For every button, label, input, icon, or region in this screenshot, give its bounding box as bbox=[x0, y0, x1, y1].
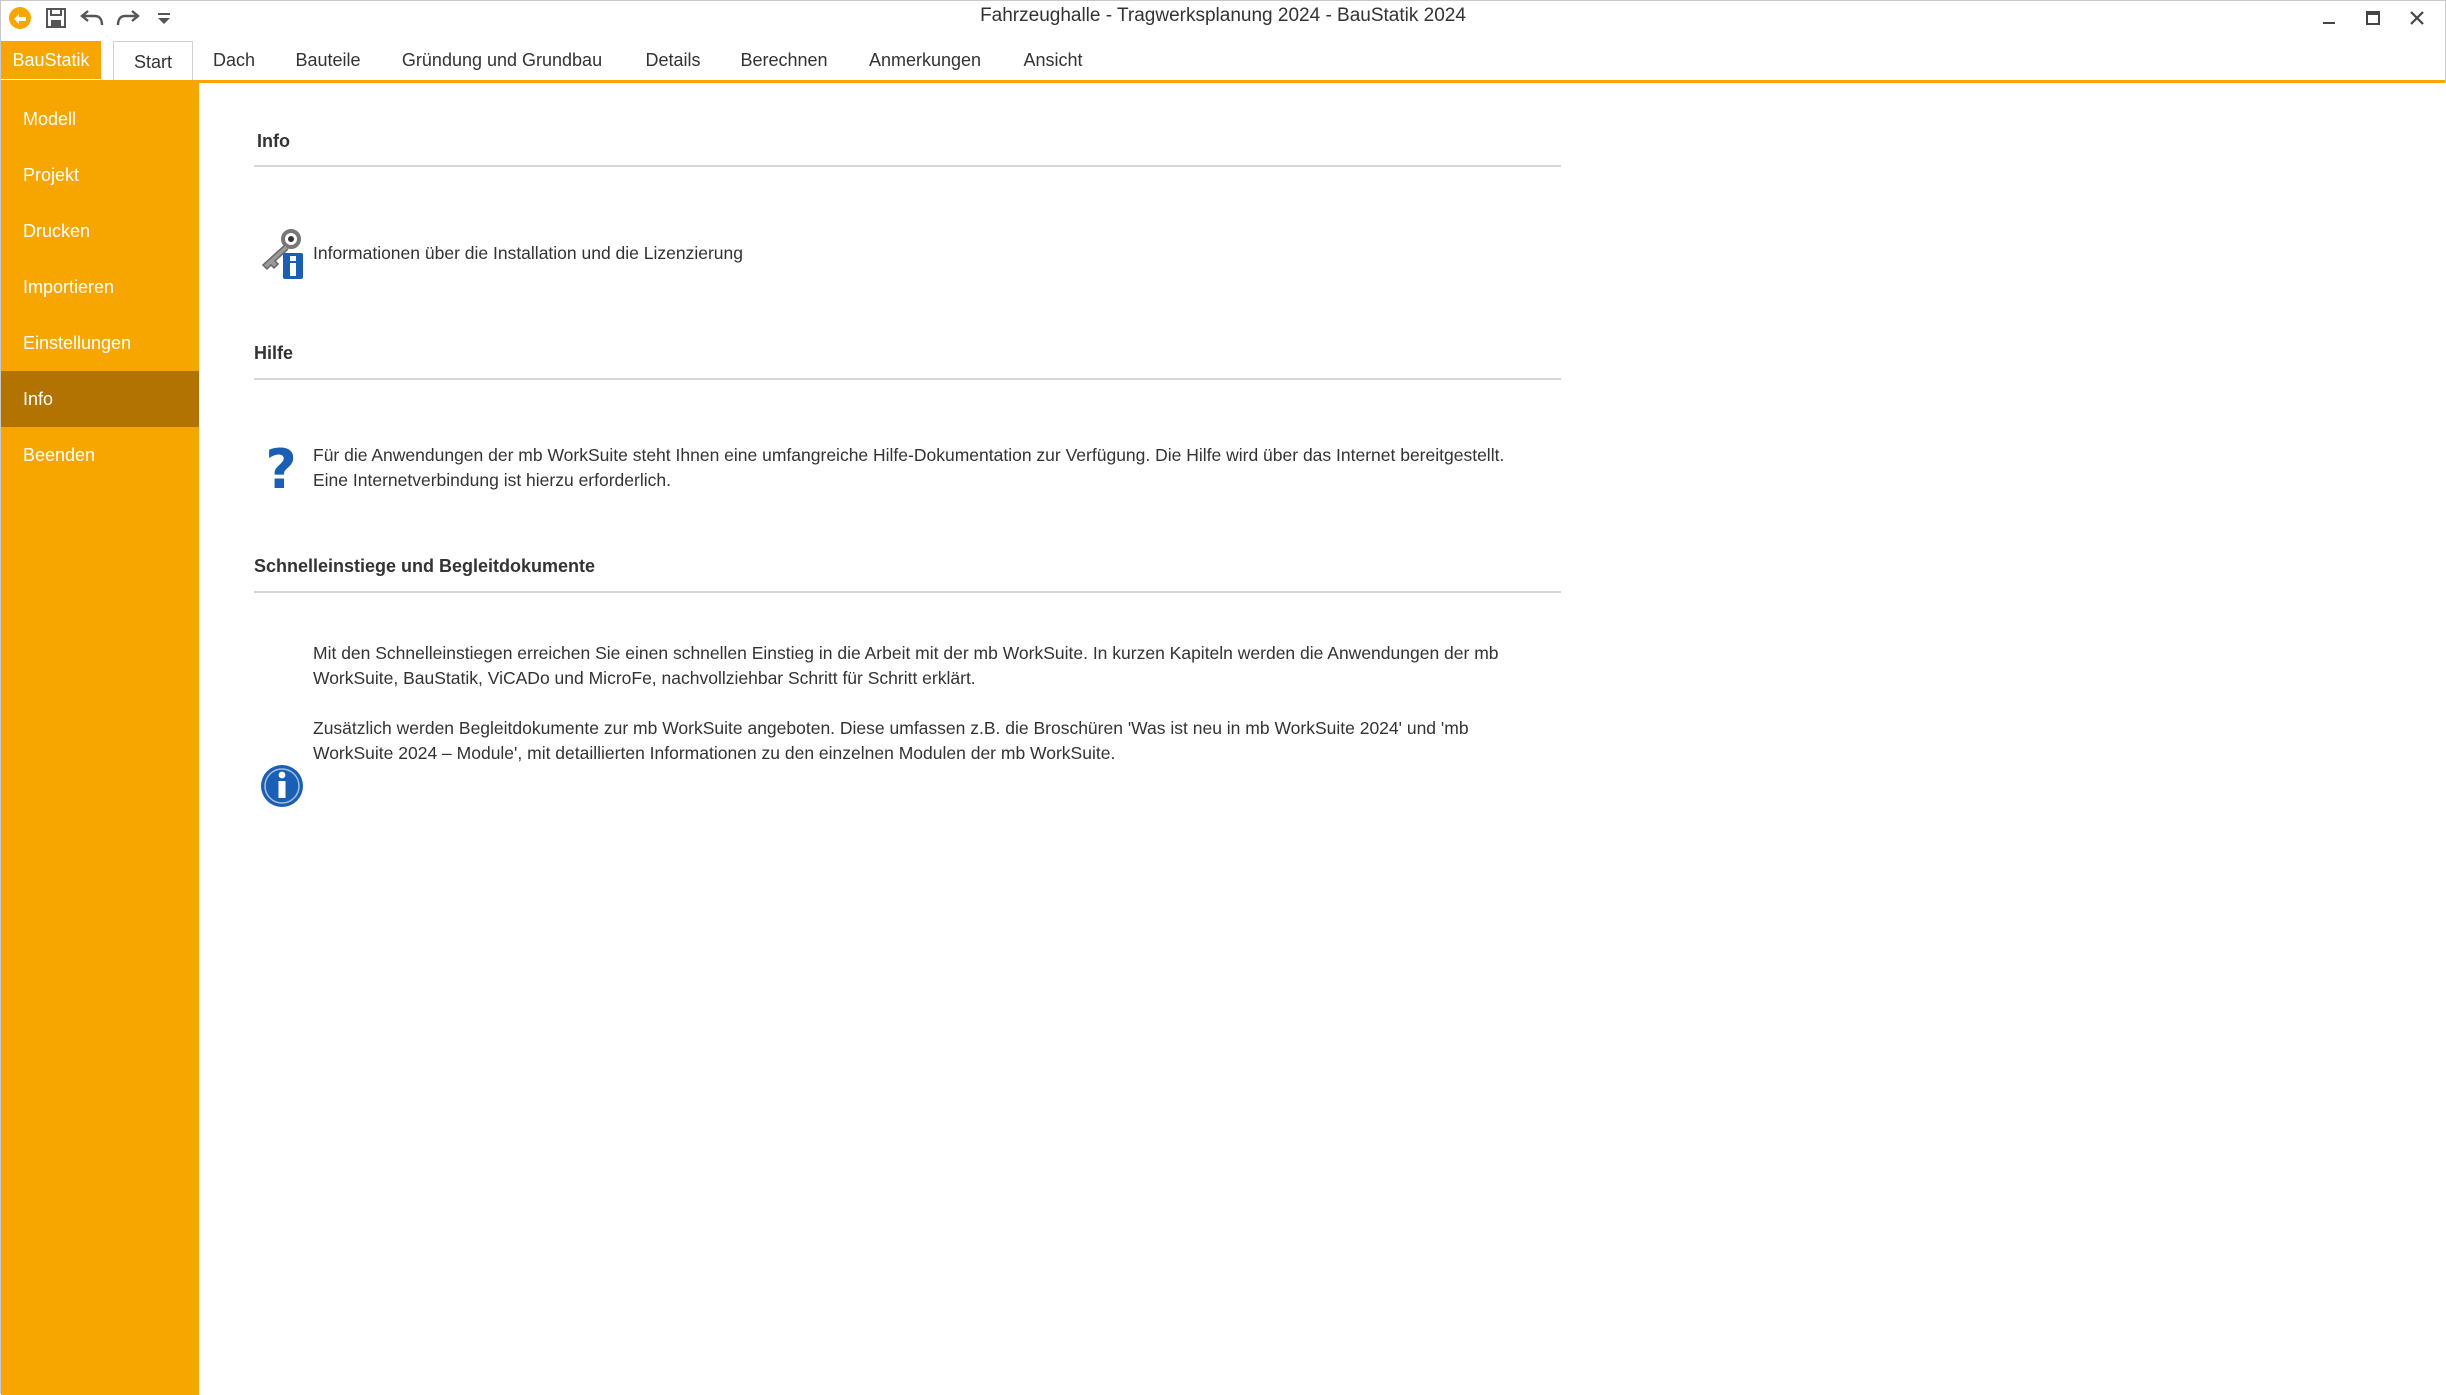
tab-dach[interactable]: Dach bbox=[201, 41, 267, 79]
info-link-text[interactable]: Informationen über die Installation und … bbox=[313, 241, 743, 266]
sidebar-item-beenden[interactable]: Beenden bbox=[1, 427, 199, 483]
minimize-icon bbox=[2323, 22, 2335, 24]
tab-gruendung-und-grundbau[interactable]: Gründung und Grundbau bbox=[393, 41, 611, 79]
info-circle-icon[interactable] bbox=[259, 763, 305, 809]
section-divider bbox=[254, 165, 1561, 167]
section-title-hilfe: Hilfe bbox=[254, 343, 294, 363]
title-bar: Fahrzeughalle - Tragwerksplanung 2024 - … bbox=[1, 1, 2445, 35]
question-mark-icon[interactable]: ? bbox=[261, 438, 301, 501]
hilfe-description[interactable]: Für die Anwendungen der mb WorkSuite ste… bbox=[313, 443, 1573, 493]
application-window: Fahrzeughalle - Tragwerksplanung 2024 - … bbox=[0, 0, 2446, 1395]
tab-bauteile[interactable]: Bauteile bbox=[287, 41, 369, 79]
tab-details[interactable]: Details bbox=[633, 41, 713, 79]
ribbon-tabs: BauStatik Start Dach Bauteile Gründung u… bbox=[1, 39, 2445, 112]
sidebar-item-importieren[interactable]: Importieren bbox=[1, 259, 199, 315]
sidebar-item-einstellungen[interactable]: Einstellungen bbox=[1, 315, 199, 371]
sidebar-item-projekt[interactable]: Projekt bbox=[1, 147, 199, 203]
maximize-button[interactable] bbox=[2351, 1, 2395, 35]
section-divider bbox=[254, 378, 1561, 380]
maximize-icon bbox=[2366, 11, 2380, 25]
section-title-schnelleinstiege: Schnelleinstiege und Begleitdokumente bbox=[254, 556, 596, 576]
tab-baustatik[interactable]: BauStatik bbox=[1, 41, 101, 79]
tab-ansicht[interactable]: Ansicht bbox=[1013, 41, 1093, 79]
window-title: Fahrzeughalle - Tragwerksplanung 2024 - … bbox=[980, 5, 1466, 26]
minimize-button[interactable] bbox=[2307, 1, 2351, 35]
sidebar-item-drucken[interactable]: Drucken bbox=[1, 203, 199, 259]
schnelleinstiege-description[interactable]: Mit den Schnelleinstiegen erreichen Sie … bbox=[313, 641, 1573, 766]
section-divider bbox=[254, 591, 1561, 593]
tab-berechnen[interactable]: Berechnen bbox=[733, 41, 835, 79]
tab-anmerkungen[interactable]: Anmerkungen bbox=[859, 41, 991, 79]
sidebar-item-modell[interactable]: Modell bbox=[1, 91, 199, 147]
close-icon bbox=[2410, 11, 2424, 25]
close-button[interactable] bbox=[2395, 1, 2439, 35]
window-controls bbox=[2307, 1, 2439, 35]
key-info-icon[interactable] bbox=[257, 227, 307, 281]
section-title-info: Info bbox=[257, 131, 290, 151]
sidebar-item-info[interactable]: Info bbox=[1, 371, 199, 427]
backstage-sidebar: Modell Projekt Drucken Importieren Einst… bbox=[1, 83, 199, 1395]
backstage-content: Info Informationen über die Installation… bbox=[199, 83, 2446, 1395]
tab-start[interactable]: Start bbox=[113, 41, 193, 83]
